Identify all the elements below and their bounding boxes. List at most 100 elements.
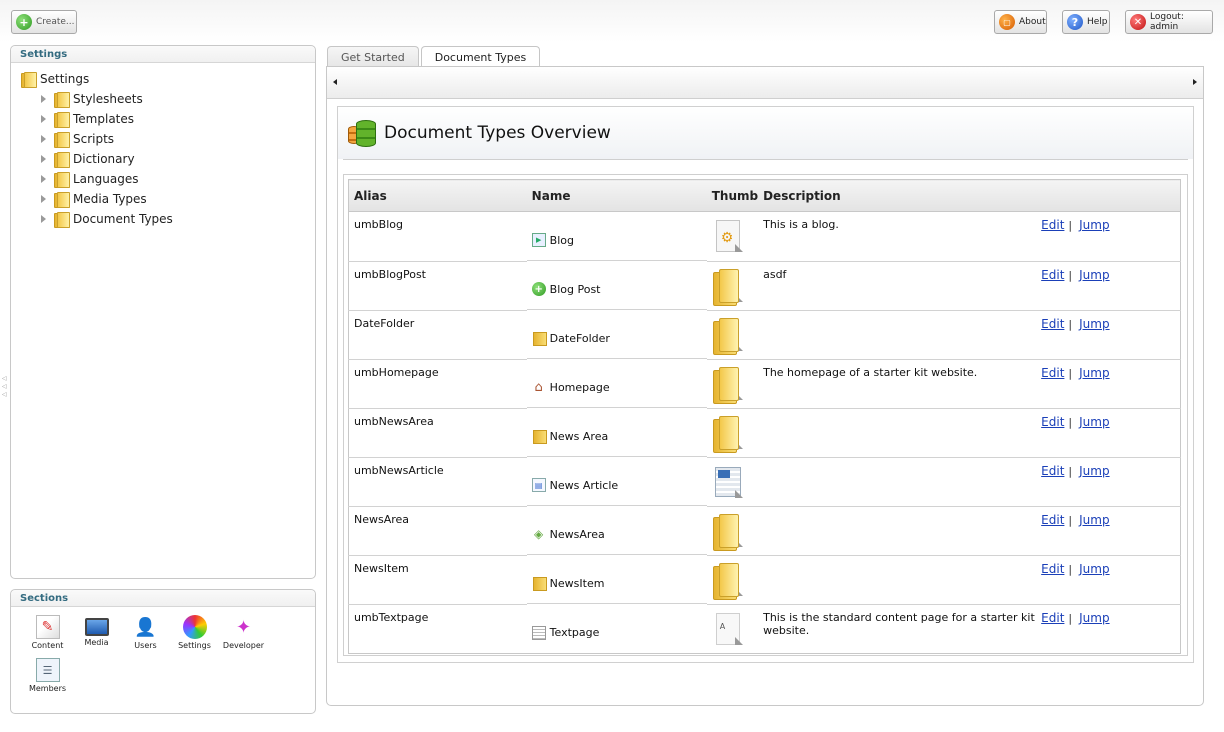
expand-arrow-icon[interactable] bbox=[41, 115, 46, 123]
table-row: DateFolder DateFolder Edit | Jump bbox=[348, 310, 1181, 360]
jump-link[interactable]: Jump bbox=[1079, 218, 1109, 232]
help-button[interactable]: ? Help bbox=[1062, 10, 1110, 34]
edit-link[interactable]: Edit bbox=[1041, 464, 1064, 478]
section-settings[interactable]: Settings bbox=[170, 615, 219, 658]
logout-button[interactable]: ✕ Logout: admin bbox=[1125, 10, 1213, 34]
developer-icon: ✦ bbox=[235, 616, 252, 638]
separator: | bbox=[1068, 219, 1073, 232]
name-label: Textpage bbox=[549, 626, 600, 639]
cell-alias: umbTextpage bbox=[354, 610, 429, 624]
table-row: umbBlogPost + Blog Post asdf Edit | Jump bbox=[348, 261, 1181, 311]
tree-item-document-types[interactable]: Document Types bbox=[21, 209, 315, 229]
tree-item-stylesheets[interactable]: Stylesheets bbox=[21, 89, 315, 109]
create-button[interactable]: + Create... bbox=[11, 10, 77, 34]
tree-item-label: Languages bbox=[73, 172, 139, 186]
folder-icon bbox=[54, 91, 70, 108]
separator: | bbox=[1068, 611, 1073, 625]
name-label: News Area bbox=[549, 429, 609, 443]
tree-item-media-types[interactable]: Media Types bbox=[21, 189, 315, 209]
edit-link[interactable]: Edit bbox=[1041, 513, 1064, 527]
cell-name: News Area bbox=[526, 408, 707, 457]
tree-item-scripts[interactable]: Scripts bbox=[21, 129, 315, 149]
overview-header: Document Types Overview bbox=[338, 107, 1193, 159]
jump-link[interactable]: Jump bbox=[1079, 513, 1109, 527]
folder-icon bbox=[54, 211, 70, 228]
cell-alias: umbBlogPost bbox=[348, 261, 527, 311]
tab-get-started[interactable]: Get Started bbox=[327, 46, 419, 67]
table-header-row: Alias Name Thumb Description bbox=[348, 179, 1181, 212]
name-label: Blog bbox=[549, 233, 574, 247]
cell-thumb bbox=[706, 261, 759, 311]
tree-item-templates[interactable]: Templates bbox=[21, 109, 315, 129]
expand-arrow-icon[interactable] bbox=[41, 95, 46, 103]
jump-link[interactable]: Jump bbox=[1079, 317, 1109, 331]
settings-panel: Settings Settings Stylesheets Templates … bbox=[10, 45, 316, 579]
folder-icon bbox=[54, 131, 70, 148]
expand-arrow-icon[interactable] bbox=[41, 135, 46, 143]
sections-list: ✎ Content Media 👤 Users Settings ✦ Devel… bbox=[11, 607, 315, 701]
column-header-name: Name bbox=[526, 179, 707, 212]
textpage-icon bbox=[531, 625, 546, 640]
plus-icon: + bbox=[531, 282, 546, 296]
section-users[interactable]: 👤 Users bbox=[121, 615, 170, 658]
edit-link[interactable]: Edit bbox=[1041, 611, 1064, 625]
divider bbox=[343, 159, 1188, 160]
folder-thumb-icon bbox=[712, 268, 744, 306]
cell-thumb bbox=[706, 408, 759, 458]
tree-item-label: Dictionary bbox=[73, 152, 135, 166]
cell-thumb bbox=[706, 457, 759, 507]
jump-link[interactable]: Jump bbox=[1079, 366, 1109, 380]
cell-description bbox=[758, 555, 1037, 605]
newsarea-icon: ◈ bbox=[534, 527, 544, 541]
separator: | bbox=[1068, 268, 1073, 282]
folder-thumb-icon bbox=[712, 366, 744, 404]
table-row: NewsArea ◈ NewsArea Edit | Jump bbox=[348, 506, 1181, 556]
jump-link[interactable]: Jump bbox=[1079, 562, 1109, 576]
main-content: Document Types Overview Alias Name Thumb… bbox=[326, 66, 1204, 706]
folder-icon bbox=[532, 429, 547, 444]
expand-arrow-icon[interactable] bbox=[41, 175, 46, 183]
tree-item-label: Stylesheets bbox=[73, 92, 143, 106]
cell-description: This is a blog. bbox=[758, 211, 1037, 262]
scroll-left-icon[interactable] bbox=[333, 79, 337, 85]
jump-link[interactable]: Jump bbox=[1079, 464, 1109, 478]
edit-link[interactable]: Edit bbox=[1041, 562, 1064, 576]
scroll-right-icon[interactable] bbox=[1193, 79, 1197, 85]
column-header-actions bbox=[1036, 179, 1181, 212]
resize-grip-icon[interactable]: ◁ ◁ ◁ bbox=[2, 375, 8, 401]
tree-item-dictionary[interactable]: Dictionary bbox=[21, 149, 315, 169]
section-content[interactable]: ✎ Content bbox=[23, 615, 72, 658]
separator: | bbox=[1068, 317, 1073, 331]
cell-thumb bbox=[706, 555, 759, 605]
section-developer[interactable]: ✦ Developer bbox=[219, 615, 268, 658]
edit-link[interactable]: Edit bbox=[1041, 415, 1064, 429]
section-members[interactable]: ☰ Members bbox=[23, 658, 72, 701]
cell-thumb bbox=[706, 310, 759, 360]
about-button[interactable]: ▢ About bbox=[994, 10, 1047, 34]
tree-item-languages[interactable]: Languages bbox=[21, 169, 315, 189]
edit-link[interactable]: Edit bbox=[1041, 218, 1064, 232]
expand-arrow-icon[interactable] bbox=[41, 195, 46, 203]
section-label: Media bbox=[84, 638, 109, 647]
expand-arrow-icon[interactable] bbox=[41, 215, 46, 223]
expand-arrow-icon[interactable] bbox=[41, 155, 46, 163]
section-label: Settings bbox=[178, 641, 211, 650]
tree-root-settings[interactable]: Settings bbox=[21, 69, 315, 89]
article-icon: ▤ bbox=[531, 478, 546, 492]
edit-link[interactable]: Edit bbox=[1041, 366, 1064, 380]
cell-thumb bbox=[706, 359, 759, 409]
folder-icon bbox=[54, 171, 70, 188]
cell-actions: Edit | Jump bbox=[1036, 555, 1181, 605]
jump-link[interactable]: Jump bbox=[1079, 268, 1109, 282]
cell-actions: Edit | Jump bbox=[1036, 408, 1181, 458]
edit-link[interactable]: Edit bbox=[1041, 268, 1064, 282]
section-media[interactable]: Media bbox=[72, 615, 121, 658]
edit-link[interactable]: Edit bbox=[1041, 317, 1064, 331]
cell-actions: Edit | Jump bbox=[1036, 506, 1181, 556]
cell-alias: umbBlog bbox=[348, 211, 527, 262]
name-label: News Article bbox=[549, 478, 619, 492]
jump-link[interactable]: Jump bbox=[1079, 611, 1109, 625]
folder-icon bbox=[54, 191, 70, 208]
jump-link[interactable]: Jump bbox=[1079, 415, 1109, 429]
tab-document-types[interactable]: Document Types bbox=[420, 46, 541, 67]
